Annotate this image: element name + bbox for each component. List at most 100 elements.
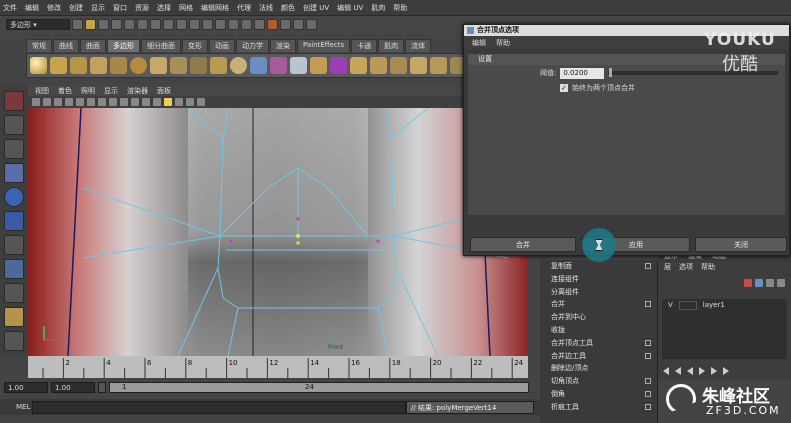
layout-single-icon[interactable] <box>4 283 24 303</box>
ipr-render-icon[interactable] <box>280 19 291 30</box>
selected-vertex[interactable] <box>296 234 300 238</box>
menu-12[interactable]: 颜色 <box>281 3 295 13</box>
layout-outliner-icon[interactable] <box>4 331 24 351</box>
grid-icon[interactable] <box>76 98 84 106</box>
smooth-icon[interactable] <box>290 57 307 74</box>
new-layer-selected-icon[interactable] <box>755 279 763 287</box>
face-mask-icon[interactable] <box>176 19 187 30</box>
scale-tool-icon[interactable] <box>4 211 24 231</box>
edit-mesh-item-6[interactable]: 合并顶点工具 <box>540 337 657 350</box>
poly-prism-icon[interactable] <box>150 57 167 74</box>
poly-cone-icon[interactable] <box>90 57 107 74</box>
play-forward-icon[interactable] <box>699 367 705 375</box>
option-box-icon[interactable] <box>645 352 651 359</box>
history-icon[interactable] <box>254 19 265 30</box>
start-time-field[interactable]: 1.00 <box>4 382 48 393</box>
shelf-tab-9[interactable]: PaintEffects <box>297 39 351 52</box>
poly-torus-icon[interactable] <box>130 57 147 74</box>
menu-13[interactable]: 创建 UV <box>303 3 329 13</box>
viewport-menu-1[interactable]: 着色 <box>58 86 72 96</box>
vertex[interactable] <box>296 217 300 221</box>
separate-icon[interactable] <box>270 57 287 74</box>
textured-icon[interactable] <box>153 98 161 106</box>
go-to-end-icon[interactable] <box>723 367 729 375</box>
insert-loop-icon[interactable] <box>390 57 407 74</box>
option-box-icon[interactable] <box>645 378 651 385</box>
new-scene-icon[interactable] <box>72 19 83 30</box>
resolution-gate-icon[interactable] <box>98 98 106 106</box>
select-object-icon[interactable] <box>124 19 135 30</box>
menu-0[interactable]: 文件 <box>3 3 17 13</box>
vertex-mask-icon[interactable] <box>150 19 161 30</box>
lasso-tool-icon[interactable] <box>4 115 24 135</box>
dialog-menu-edit[interactable]: 编辑 <box>472 38 486 48</box>
menu-7[interactable]: 选择 <box>157 3 171 13</box>
rotate-tool-icon[interactable] <box>4 187 24 207</box>
shelf-tab-6[interactable]: 动画 <box>209 39 235 52</box>
edit-mesh-item-8[interactable]: 删除边/顶点 <box>540 362 657 375</box>
close-button[interactable]: 关闭 <box>695 237 787 252</box>
step-back-icon[interactable] <box>675 367 681 375</box>
menu-4[interactable]: 显示 <box>91 3 105 13</box>
menu-5[interactable]: 窗口 <box>113 3 127 13</box>
option-box-icon[interactable] <box>645 403 651 410</box>
menu-3[interactable]: 创建 <box>69 3 83 13</box>
front-viewport[interactable]: Front <box>28 108 528 356</box>
edit-mesh-item-7[interactable]: 合并边工具 <box>540 350 657 363</box>
shelf-tab-12[interactable]: 流体 <box>405 39 432 52</box>
snap-grid-icon[interactable] <box>202 19 213 30</box>
poly-soccer-icon[interactable] <box>230 57 247 74</box>
threshold-slider-handle[interactable] <box>609 68 613 77</box>
new-layer-icon[interactable] <box>744 279 752 287</box>
option-box-icon[interactable] <box>645 339 651 346</box>
render-frame-icon[interactable] <box>267 19 278 30</box>
poly-sphere-icon[interactable] <box>30 57 47 74</box>
menu-10[interactable]: 代理 <box>237 3 251 13</box>
edit-mesh-item-5[interactable]: 收拢 <box>540 324 657 337</box>
snap-plane-icon[interactable] <box>241 19 252 30</box>
range-lock[interactable] <box>98 382 106 393</box>
viewport-menu-5[interactable]: 面板 <box>157 86 171 96</box>
extrude-icon[interactable] <box>310 57 327 74</box>
viewport-menu-2[interactable]: 照明 <box>81 86 95 96</box>
merge-button[interactable]: 合并 <box>470 237 576 252</box>
bookmark-icon[interactable] <box>54 98 62 106</box>
shelf-tab-3[interactable]: 多边形 <box>107 39 140 52</box>
shelf-tab-1[interactable]: 曲线 <box>53 39 79 52</box>
mel-input[interactable] <box>32 400 406 414</box>
split-icon[interactable] <box>370 57 387 74</box>
select-hierarchy-icon[interactable] <box>111 19 122 30</box>
wire-on-shaded-icon[interactable] <box>142 98 150 106</box>
move-layer-down-icon[interactable] <box>777 279 785 287</box>
always-merge-checkbox[interactable]: ✓ <box>560 84 568 92</box>
image-plane-icon[interactable] <box>65 98 73 106</box>
mode-dropdown[interactable]: 多边形 ▾ <box>6 19 70 30</box>
menu-11[interactable]: 法线 <box>259 3 273 13</box>
shelf-tab-5[interactable]: 变形 <box>182 39 208 52</box>
viewport-menu-3[interactable]: 显示 <box>104 86 118 96</box>
uv-mask-icon[interactable] <box>189 19 200 30</box>
bridge-icon[interactable] <box>330 57 347 74</box>
safe-action-icon[interactable] <box>109 98 117 106</box>
layer-visible-toggle[interactable]: V <box>668 301 673 309</box>
menu-1[interactable]: 编辑 <box>25 3 39 13</box>
edge-mask-icon[interactable] <box>163 19 174 30</box>
combine-icon[interactable] <box>250 57 267 74</box>
layout-persp-icon[interactable] <box>4 307 24 327</box>
go-to-start-icon[interactable] <box>663 367 669 375</box>
append-icon[interactable] <box>350 57 367 74</box>
shelf-tab-4[interactable]: 细分曲面 <box>141 39 181 52</box>
layer-template-toggle[interactable] <box>678 300 697 310</box>
smooth-shade-icon[interactable] <box>131 98 139 106</box>
play-backward-icon[interactable] <box>687 367 693 375</box>
snap-point-icon[interactable] <box>228 19 239 30</box>
edit-mesh-item-1[interactable]: 连接组件 <box>540 273 657 286</box>
snap-curve-icon[interactable] <box>215 19 226 30</box>
render-settings-icon[interactable] <box>293 19 304 30</box>
edit-mesh-item-11[interactable]: 折痕工具 <box>540 401 657 414</box>
edit-mesh-item-10[interactable]: 倒角 <box>540 388 657 401</box>
poly-cube-icon[interactable] <box>50 57 67 74</box>
menu-9[interactable]: 编辑网格 <box>201 3 229 13</box>
shelf-tab-2[interactable]: 曲面 <box>80 39 106 52</box>
edit-mesh-item-3[interactable]: 合并 <box>540 298 657 311</box>
